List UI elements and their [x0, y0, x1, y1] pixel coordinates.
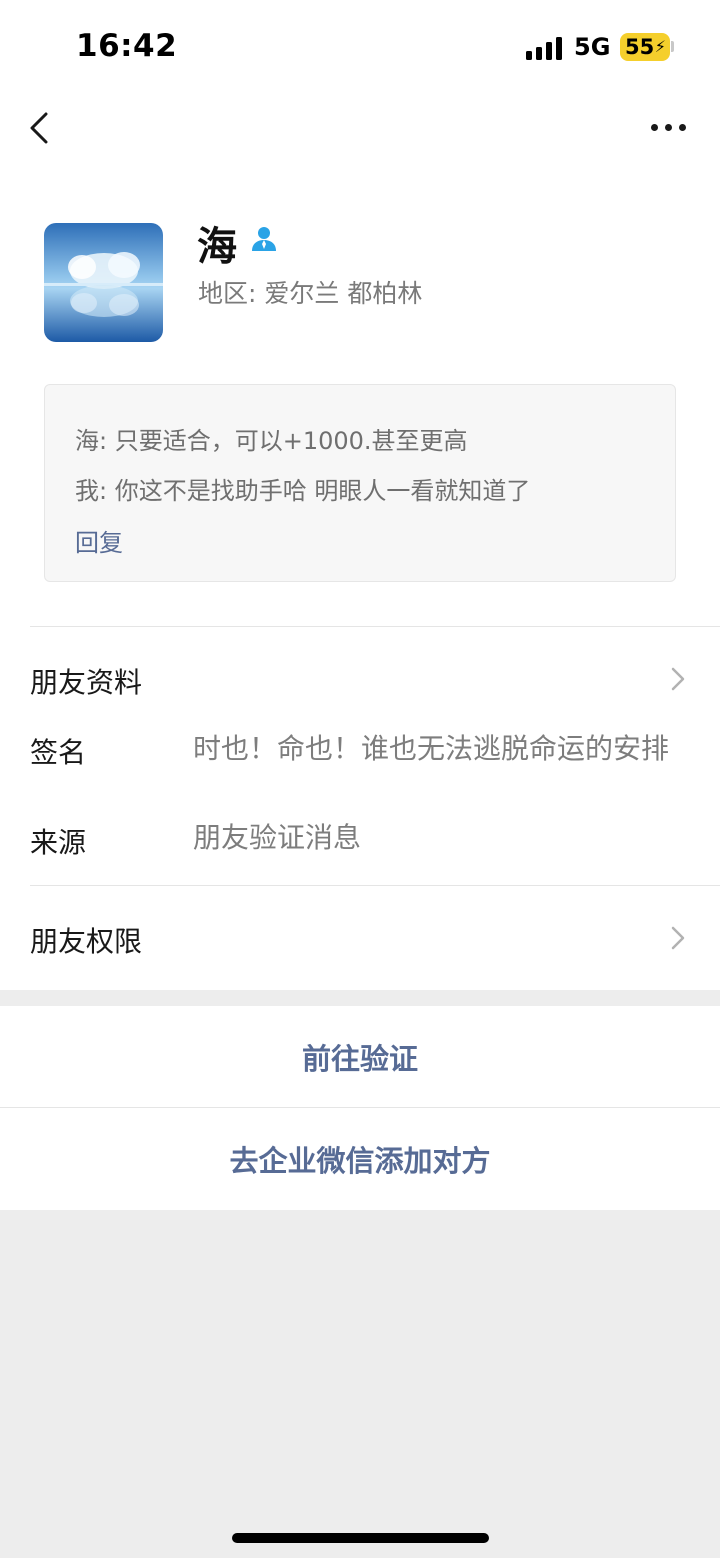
go-verify-label: 前往验证 — [301, 1041, 418, 1076]
message-line: 我: 你这不是找助手哈 明眼人一看就知道了 — [75, 477, 531, 505]
chevron-right-icon — [671, 667, 685, 691]
verification-message-box: 海: 只要适合，可以+1000.甚至更高 我: 你这不是找助手哈 明眼人一看就知… — [44, 384, 676, 582]
region-text: 地区: 爱尔兰 都柏林 — [198, 279, 423, 308]
more-dot — [651, 124, 658, 131]
battery-tip — [671, 41, 674, 52]
signature-label: 签名 — [30, 736, 87, 769]
battery-icon: 55 ⚡ — [620, 33, 670, 61]
network-type: 5G — [574, 33, 611, 61]
message-line: 海: 只要适合，可以+1000.甚至更高 — [75, 427, 468, 455]
charging-bolt-icon: ⚡ — [654, 37, 666, 56]
signal-icon — [526, 36, 564, 60]
enterprise-wechat-add-label: 去企业微信添加对方 — [229, 1144, 491, 1178]
chevron-right-icon — [671, 926, 685, 950]
reply-link[interactable]: 回复 — [75, 523, 123, 558]
contact-name: 海 — [197, 224, 237, 270]
more-button[interactable] — [646, 110, 692, 144]
more-dot — [679, 124, 686, 131]
person-icon — [252, 227, 276, 251]
go-verify-button[interactable]: 前往验证 — [0, 1006, 720, 1107]
signature-value: 时也！命也！谁也无法逃脱命运的安排 — [193, 732, 670, 765]
back-button[interactable] — [24, 104, 64, 152]
divider — [30, 626, 720, 627]
friend-permissions-label: 朋友权限 — [30, 925, 143, 958]
friend-permissions-row[interactable]: 朋友权限 — [0, 886, 720, 989]
friend-info-label: 朋友资料 — [30, 666, 143, 699]
more-dot — [665, 124, 672, 131]
status-time: 16:42 — [76, 28, 178, 64]
battery-level: 55 — [625, 35, 655, 59]
source-label: 来源 — [30, 826, 87, 859]
enterprise-wechat-add-button[interactable]: 去企业微信添加对方 — [0, 1108, 720, 1210]
home-indicator[interactable] — [232, 1533, 489, 1543]
avatar[interactable] — [44, 223, 163, 342]
frosted-trees-lake-image — [44, 223, 163, 342]
friend-info-row[interactable]: 朋友资料 — [0, 630, 720, 726]
chevron-left-icon — [30, 112, 48, 144]
source-value: 朋友验证消息 — [193, 821, 362, 854]
